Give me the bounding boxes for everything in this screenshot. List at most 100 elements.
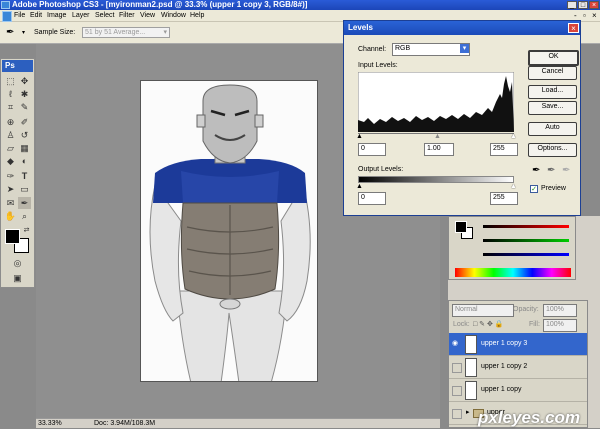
document-icon[interactable]: [2, 11, 12, 22]
eraser-tool-icon[interactable]: ▱: [4, 142, 17, 154]
menu-edit[interactable]: Edit: [30, 11, 42, 21]
lock-label: Lock:: [453, 321, 470, 328]
green-slider[interactable]: [483, 239, 569, 242]
layer-row[interactable]: upper 1 copy: [449, 379, 587, 402]
sample-size-value: 51 by 51 Average...: [85, 29, 146, 36]
layer-row[interactable]: ◉ upper 1 copy 3: [449, 333, 587, 356]
black-eyedropper-icon[interactable]: ✒: [532, 165, 540, 177]
screen-mode-icon[interactable]: ▣: [11, 272, 24, 284]
output-black-field[interactable]: 0: [358, 192, 386, 205]
preview-checkbox[interactable]: ✓: [530, 185, 538, 193]
visibility-toggle-icon[interactable]: [452, 409, 462, 419]
options-button[interactable]: Options...: [528, 143, 577, 157]
color-ramp[interactable]: [455, 268, 571, 277]
blue-slider[interactable]: [483, 253, 569, 256]
menu-image[interactable]: Image: [47, 11, 66, 21]
layer-row[interactable]: upper 1 copy 2: [449, 356, 587, 379]
gradient-tool-icon[interactable]: ▦: [18, 142, 31, 154]
foreground-color-swatch[interactable]: [5, 229, 20, 244]
marquee-tool-icon[interactable]: ⬚: [4, 75, 17, 87]
quick-mask-icon[interactable]: ◎: [11, 257, 24, 269]
output-levels-label: Output Levels:: [358, 166, 404, 173]
eyedropper-icon[interactable]: ✒: [6, 27, 22, 39]
load-button[interactable]: Load...: [528, 85, 577, 99]
visibility-eye-icon[interactable]: ◉: [452, 340, 460, 348]
cancel-button[interactable]: Cancel: [528, 66, 577, 80]
expand-triangle-icon[interactable]: ▸: [466, 402, 470, 424]
dialog-close-icon[interactable]: ×: [568, 23, 579, 33]
healing-brush-tool-icon[interactable]: ⊕: [4, 116, 17, 128]
input-black-field[interactable]: 0: [358, 143, 386, 156]
move-tool-icon[interactable]: ✥: [18, 75, 31, 87]
ok-button[interactable]: OK: [528, 50, 579, 66]
photoshop-app-icon[interactable]: [1, 1, 10, 9]
input-white-point-slider[interactable]: ▲: [510, 133, 517, 140]
input-white-field[interactable]: 255: [490, 143, 518, 156]
image-canvas[interactable]: [140, 80, 318, 382]
path-selection-tool-icon[interactable]: ➤: [4, 183, 17, 195]
save-button[interactable]: Save...: [528, 101, 577, 115]
history-brush-tool-icon[interactable]: ↺: [18, 129, 31, 141]
zoom-tool-icon[interactable]: ⌕: [18, 210, 31, 222]
chevron-down-icon: ▾: [460, 44, 469, 53]
pen-tool-icon[interactable]: ✑: [4, 170, 17, 182]
input-midtone-slider[interactable]: ▲: [434, 133, 441, 140]
menu-filter[interactable]: Filter: [119, 11, 135, 21]
lock-icons[interactable]: □ ✎ ✥ 🔒: [473, 320, 504, 329]
layer-thumbnail: [465, 381, 477, 400]
input-black-point-slider[interactable]: ▲: [356, 133, 363, 140]
tool-preset-dropdown-icon[interactable]: ▾: [22, 29, 25, 36]
red-slider[interactable]: [483, 225, 569, 228]
magic-wand-tool-icon[interactable]: ✱: [18, 88, 31, 100]
panel-foreground-swatch[interactable]: [455, 221, 467, 233]
layer-name: upper 1 copy: [481, 386, 522, 393]
menu-layer[interactable]: Layer: [72, 11, 90, 21]
sample-size-select[interactable]: 51 by 51 Average... ▾: [82, 27, 170, 38]
channel-select[interactable]: RGB ▾: [392, 43, 470, 56]
fill-field[interactable]: 100%: [543, 319, 577, 332]
layer-name: upper 1 copy 3: [481, 340, 528, 347]
close-icon[interactable]: ×: [589, 1, 599, 9]
swap-colors-icon[interactable]: ⇄: [20, 225, 33, 237]
restore-icon[interactable]: □: [578, 1, 588, 9]
notes-tool-icon[interactable]: ✉: [4, 197, 17, 209]
input-gamma-value: 1.00: [427, 145, 441, 152]
output-white-field[interactable]: 255: [490, 192, 518, 205]
auto-button[interactable]: Auto: [528, 122, 577, 136]
white-eyedropper-icon[interactable]: ✒: [562, 165, 570, 177]
slice-tool-icon[interactable]: ✎: [18, 101, 31, 113]
input-gamma-field[interactable]: 1.00: [424, 143, 454, 156]
eyedropper-tool-icon[interactable]: ✒: [18, 197, 31, 209]
levels-title: Levels: [348, 23, 373, 32]
doc-restore-icon[interactable]: ▫: [583, 11, 586, 21]
preview-label: Preview: [541, 185, 566, 192]
shape-tool-icon[interactable]: ▭: [18, 183, 31, 195]
lasso-tool-icon[interactable]: ℓ: [4, 88, 17, 100]
menu-view[interactable]: View: [140, 11, 155, 21]
brush-tool-icon[interactable]: ✐: [18, 116, 31, 128]
menu-window[interactable]: Window: [161, 11, 186, 21]
status-bar: 33.33% Doc: 3.94M/108.3M: [36, 418, 440, 428]
blend-mode-select[interactable]: Normal: [452, 304, 514, 317]
clone-stamp-tool-icon[interactable]: ♙: [4, 129, 17, 141]
dodge-tool-icon[interactable]: ◐: [18, 155, 31, 167]
doc-close-icon[interactable]: ×: [592, 11, 597, 21]
menu-help[interactable]: Help: [190, 11, 204, 21]
hand-tool-icon[interactable]: ✋: [4, 210, 17, 222]
photoshop-logo: Ps: [2, 60, 33, 72]
gray-eyedropper-icon[interactable]: ✒: [547, 165, 555, 177]
channel-label: Channel:: [358, 46, 387, 53]
crop-tool-icon[interactable]: ⌗: [4, 101, 17, 113]
visibility-toggle-icon[interactable]: [452, 386, 462, 396]
type-tool-icon[interactable]: T: [18, 170, 31, 182]
menu-select[interactable]: Select: [95, 11, 114, 21]
blur-tool-icon[interactable]: ◆: [4, 155, 17, 167]
levels-title-bar[interactable]: Levels: [344, 21, 580, 35]
visibility-toggle-icon[interactable]: [452, 363, 462, 373]
menu-file[interactable]: File: [14, 11, 25, 21]
opacity-field[interactable]: 100%: [543, 304, 577, 317]
output-black-slider[interactable]: ▲: [356, 183, 363, 190]
minimize-icon[interactable]: _: [567, 1, 577, 9]
output-white-slider[interactable]: ▲: [510, 183, 517, 190]
levels-dialog: Levels × Channel: RGB ▾ Input Levels: ▲ …: [343, 20, 581, 216]
